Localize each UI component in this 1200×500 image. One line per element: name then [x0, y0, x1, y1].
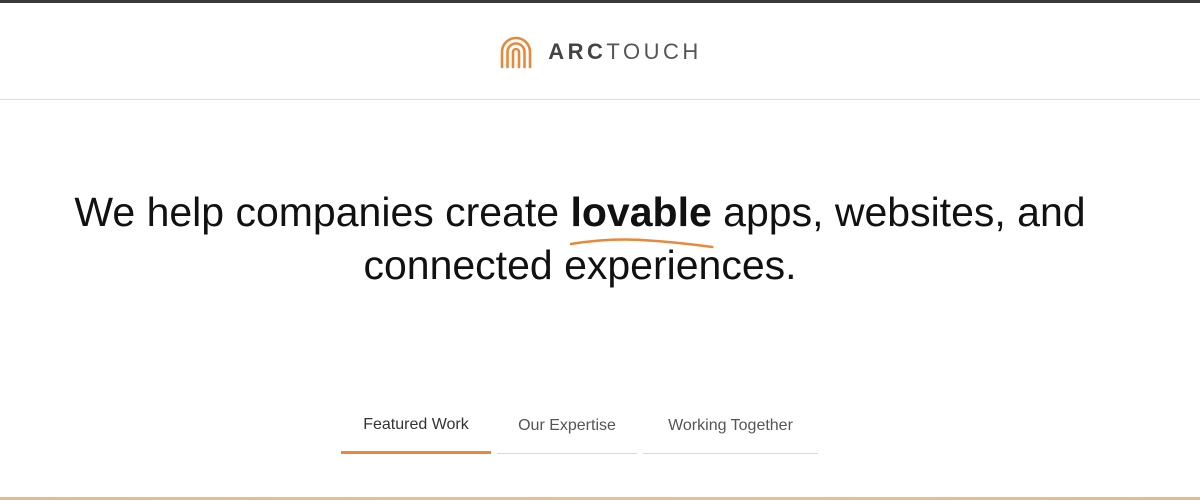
hero-text-before: We help companies create [74, 189, 571, 235]
hero-headline: We help companies create lovable apps, w… [0, 186, 1160, 292]
hero-text-emphasis: lovable [570, 189, 712, 235]
tab-our-expertise[interactable]: Our Expertise [497, 398, 637, 454]
logo-text-light: TOUCH [606, 38, 702, 64]
logo-text-strong: ARC [548, 38, 607, 64]
arctouch-arc-icon [500, 36, 532, 68]
arctouch-logo[interactable]: ARCTOUCH [498, 34, 702, 70]
hero-emphasis-word: lovable [569, 186, 714, 249]
tab-label: Working Together [668, 416, 793, 434]
section-tabs: Featured Work Our Expertise Working Toge… [341, 398, 824, 454]
tab-featured-work[interactable]: Featured Work [341, 398, 491, 454]
underline-swoosh-icon [569, 238, 714, 249]
site-header: ARCTOUCH [0, 3, 1200, 100]
tab-working-together[interactable]: Working Together [643, 398, 818, 454]
tab-label: Our Expertise [518, 416, 616, 434]
hero-text-after: apps, websites, and [711, 189, 1086, 235]
tab-label: Featured Work [363, 415, 469, 433]
logo-wordmark: ARCTOUCH [548, 39, 702, 65]
